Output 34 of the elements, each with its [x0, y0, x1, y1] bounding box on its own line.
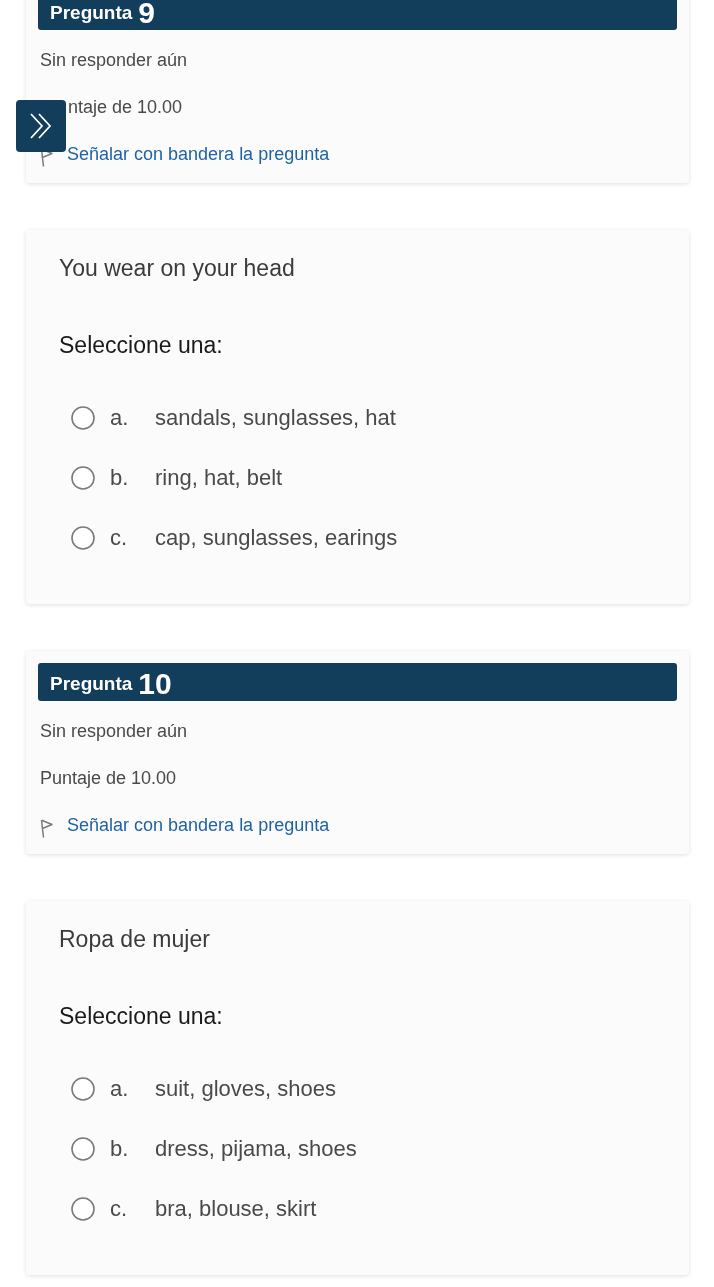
- option-letter: a.: [110, 1075, 130, 1103]
- instruction-text: Seleccione una:: [59, 1002, 223, 1031]
- option-text: suit, gloves, shoes: [155, 1075, 336, 1103]
- radio-button[interactable]: [71, 466, 95, 490]
- option-text: sandals, sunglasses, hat: [155, 404, 396, 432]
- option-text: ring, hat, belt: [155, 464, 283, 492]
- status-text: Sin responder aún: [40, 720, 188, 743]
- option-letter: c.: [110, 524, 129, 552]
- option-letter: c.: [110, 1195, 129, 1223]
- question-number: 9: [138, 0, 156, 27]
- question-text: Ropa de mujer: [59, 925, 210, 954]
- option-text: cap, sunglasses, earings: [155, 524, 398, 552]
- status-text: Sin responder aún: [40, 49, 188, 72]
- option-text: bra, blouse, skirt: [155, 1195, 317, 1223]
- drawer-toggle-button[interactable]: [16, 100, 66, 152]
- flag-question-link[interactable]: Señalar con bandera la pregunta: [40, 813, 330, 837]
- flag-icon: [40, 818, 53, 838]
- question-label: Pregunta: [50, 1, 133, 25]
- score-text: Puntaje de 10.00: [40, 767, 177, 790]
- option-letter: b.: [110, 1135, 130, 1163]
- option-letter: b.: [110, 464, 130, 492]
- question-text: You wear on your head: [59, 254, 295, 283]
- question-label: Pregunta: [50, 672, 133, 696]
- radio-button[interactable]: [71, 1137, 95, 1161]
- radio-button[interactable]: [71, 1197, 95, 1221]
- option-text: dress, pijama, shoes: [155, 1135, 357, 1163]
- radio-button[interactable]: [71, 526, 95, 550]
- option-letter: a.: [110, 404, 130, 432]
- score-text: ntaje de 10.00: [68, 96, 183, 119]
- instruction-text: Seleccione una:: [59, 331, 223, 360]
- question-number: 10: [138, 670, 172, 698]
- double-chevron-icon: [28, 112, 54, 140]
- radio-button[interactable]: [71, 1077, 95, 1101]
- radio-button[interactable]: [71, 406, 95, 430]
